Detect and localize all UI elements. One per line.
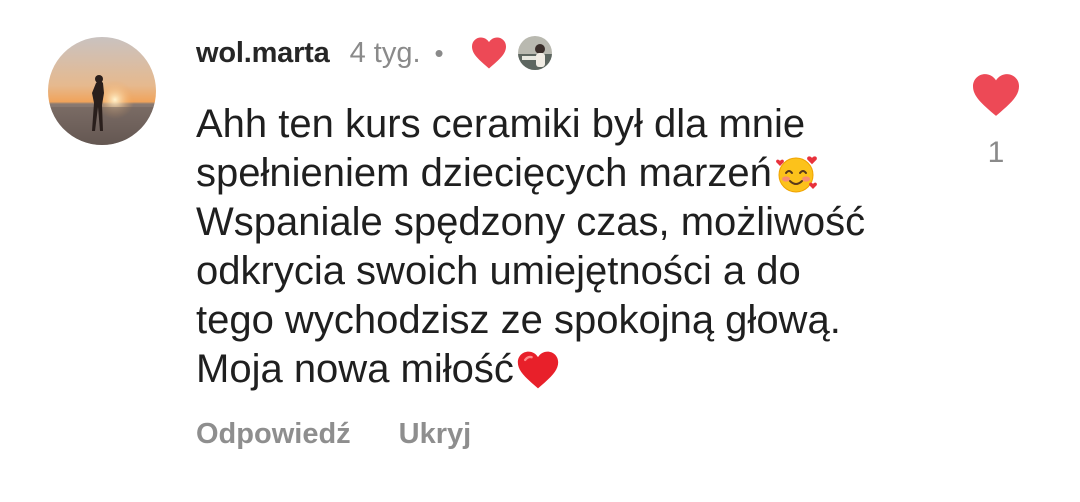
separator-dot: •: [434, 38, 444, 68]
comment-line: Wspaniale spędzony czas, możliwość: [196, 200, 866, 244]
user-avatar[interactable]: [48, 37, 156, 145]
comment-line: odkrycia swoich umiejętności a do: [196, 249, 801, 293]
smiling-face-with-hearts-emoji: [774, 152, 818, 196]
username[interactable]: wol.marta: [196, 37, 330, 70]
reply-button[interactable]: Odpowiedź: [196, 418, 351, 451]
like-column: 1: [968, 72, 1024, 170]
comment-actions: Odpowiedź Ukryj: [196, 418, 471, 451]
comment-line: Moja nowa miłość: [196, 345, 926, 394]
like-count[interactable]: 1: [968, 136, 1024, 170]
comment-header: wol.marta 4 tyg. •: [196, 33, 552, 73]
hide-button[interactable]: Ukryj: [399, 418, 472, 451]
timestamp: 4 tyg.: [349, 36, 421, 69]
red-heart-emoji: [516, 348, 560, 392]
like-heart-icon[interactable]: [970, 72, 1022, 118]
author-avatar: [517, 36, 552, 70]
comment-line-text: Moja nowa miłość: [196, 347, 514, 391]
comment-text: Ahh ten kurs ceramiki był dla mnie spełn…: [196, 100, 926, 394]
comment-line: Ahh ten kurs ceramiki był dla mnie: [196, 102, 806, 146]
comment-line: tego wychodzisz ze spokojną głową.: [196, 298, 841, 342]
comment-line: spełnieniem dziecięcych marzeń: [196, 149, 926, 198]
comment: wol.marta 4 tyg. • Ahh ten kurs ceramiki…: [0, 0, 1080, 502]
heart-icon: [470, 36, 508, 70]
comment-line-text: spełnieniem dziecięcych marzeń: [196, 151, 772, 195]
